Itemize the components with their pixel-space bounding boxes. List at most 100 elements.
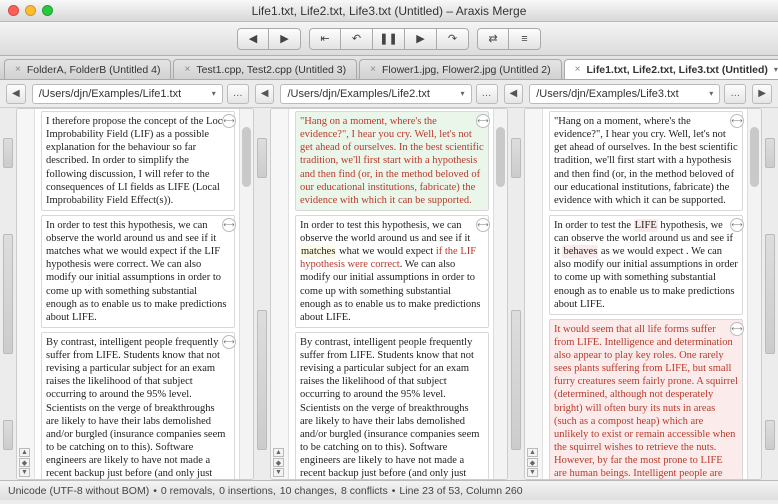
path-more-button-2[interactable]: …	[476, 84, 498, 104]
merge-link-icon[interactable]: ⟷	[730, 218, 744, 232]
status-encoding: Unicode (UTF-8 without BOM)	[8, 485, 149, 497]
file-path-2[interactable]: /Users/djn/Examples/Life2.txt▾	[280, 84, 471, 104]
prev-diff-button[interactable]: ↶	[341, 28, 373, 50]
tab-label: Life1.txt, Life2.txt, Life3.txt (Untitle…	[586, 64, 767, 76]
path-dropdown-icon[interactable]: ▾	[461, 89, 465, 98]
scroll-up-icon[interactable]: ▲	[527, 448, 538, 457]
scroll-seg-icon[interactable]: ◆	[19, 458, 30, 467]
scroll-thumb[interactable]	[750, 127, 759, 187]
status-bar: Unicode (UTF-8 without BOM) • 0 removals…	[0, 480, 778, 500]
text-content-2[interactable]: "Hang on a moment, where's the evidence?…	[289, 109, 493, 479]
tab-flower-jpg[interactable]: × Flower1.jpg, Flower2.jpg (Untitled 2)	[359, 59, 562, 79]
tab-folder-compare[interactable]: × FolderA, FolderB (Untitled 4)	[4, 59, 171, 79]
history-back-button[interactable]: ◀	[6, 84, 26, 104]
merge-link-icon[interactable]: ⟷	[730, 114, 744, 128]
status-insertions: 0 insertions,	[219, 485, 276, 497]
diff-changed: It would seem that all life forms suffer…	[554, 324, 738, 479]
merge-link-icon[interactable]: ⟷	[476, 114, 490, 128]
path-more-button-1[interactable]: …	[227, 84, 249, 104]
next-diff-button[interactable]: ↷	[437, 28, 469, 50]
status-changes: 10 changes,	[280, 485, 337, 497]
paragraph: By contrast, intelligent people frequent…	[46, 337, 225, 479]
status-conflicts: 8 conflicts	[341, 485, 388, 497]
scroll-down-icon[interactable]: ▼	[527, 468, 538, 477]
pane-2: "Hang on a moment, where's the evidence?…	[270, 108, 508, 480]
vertical-scrollbar[interactable]	[747, 109, 761, 479]
tab-test-cpp[interactable]: × Test1.cpp, Test2.cpp (Untitled 3)	[173, 59, 357, 79]
paragraph: "Hang on a moment, where's the evidence?…	[554, 116, 738, 206]
tab-label: FolderA, FolderB (Untitled 4)	[27, 64, 161, 76]
path-more-button-3[interactable]: …	[724, 84, 746, 104]
tab-bar: × FolderA, FolderB (Untitled 4) × Test1.…	[0, 56, 778, 80]
line-numbers	[271, 109, 289, 479]
status-removals: 0 removals,	[161, 485, 215, 497]
paragraph: In order to test this hypothesis, we can…	[46, 220, 227, 323]
file-path-3[interactable]: /Users/djn/Examples/Life3.txt▾	[529, 84, 720, 104]
line-numbers	[17, 109, 35, 479]
scroll-buttons: ▲ ◆ ▼	[527, 448, 538, 477]
titlebar: Life1.txt, Life2.txt, Life3.txt (Untitle…	[0, 0, 778, 22]
history-forward-button[interactable]: ▶	[752, 84, 772, 104]
scroll-thumb[interactable]	[496, 127, 505, 187]
history-back-button-2[interactable]: ◀	[255, 84, 275, 104]
first-diff-button[interactable]: ⇤	[309, 28, 341, 50]
path-row: ◀ /Users/djn/Examples/Life1.txt▾ … ◀ /Us…	[0, 80, 778, 108]
history-back-button-3[interactable]: ◀	[504, 84, 524, 104]
diff-word: behaves	[562, 245, 598, 258]
list-button[interactable]: ≡	[509, 28, 541, 50]
merge-link-icon[interactable]: ⟷	[222, 218, 236, 232]
scroll-thumb[interactable]	[242, 127, 251, 187]
text-content-1[interactable]: I therefore propose the concept of the L…	[35, 109, 239, 479]
file-path-1[interactable]: /Users/djn/Examples/Life1.txt▾	[32, 84, 223, 104]
link-gutter-2[interactable]	[508, 108, 524, 480]
link-gutter-1[interactable]	[254, 108, 270, 480]
tab-dropdown-icon[interactable]: ▾	[774, 65, 778, 74]
scroll-down-icon[interactable]: ▼	[19, 468, 30, 477]
scroll-buttons: ▲ ◆ ▼	[273, 448, 284, 477]
close-tab-icon[interactable]: ×	[575, 64, 581, 75]
scroll-up-icon[interactable]: ▲	[19, 448, 30, 457]
overview-gutter-left[interactable]	[0, 108, 16, 480]
pane-3: "Hang on a moment, where's the evidence?…	[524, 108, 762, 480]
scroll-up-icon[interactable]: ▲	[273, 448, 284, 457]
nav-forward-button[interactable]: ▶	[269, 28, 301, 50]
close-tab-icon[interactable]: ×	[370, 64, 376, 75]
close-window-button[interactable]	[8, 5, 19, 16]
pane-1: I therefore propose the concept of the L…	[16, 108, 254, 480]
status-position: Line 23 of 53, Column 260	[399, 485, 522, 497]
diff-word: LIFE	[634, 219, 658, 232]
window-controls	[0, 5, 53, 16]
path-dropdown-icon[interactable]: ▾	[709, 89, 713, 98]
tab-label: Flower1.jpg, Flower2.jpg (Untitled 2)	[382, 64, 551, 76]
minimize-window-button[interactable]	[25, 5, 36, 16]
close-tab-icon[interactable]: ×	[184, 64, 190, 75]
text-content-3[interactable]: "Hang on a moment, where's the evidence?…	[543, 109, 747, 479]
play-button[interactable]: ▶	[405, 28, 437, 50]
paragraph: By contrast, intelligent people frequent…	[300, 337, 484, 479]
line-numbers	[525, 109, 543, 479]
scroll-seg-icon[interactable]: ◆	[527, 458, 538, 467]
scroll-buttons: ▲ ◆ ▼	[19, 448, 30, 477]
diff-word: matches	[300, 245, 336, 258]
pause-button[interactable]: ❚❚	[373, 28, 405, 50]
paragraph: I therefore propose the concept of the L…	[46, 116, 230, 206]
tab-label: Test1.cpp, Test2.cpp (Untitled 3)	[196, 64, 346, 76]
merge-link-icon[interactable]: ⟷	[476, 218, 490, 232]
compare-panes: I therefore propose the concept of the L…	[0, 108, 778, 480]
merge-link-icon[interactable]: ⟷	[222, 335, 236, 349]
tab-life-txt[interactable]: × Life1.txt, Life2.txt, Life3.txt (Untit…	[564, 59, 778, 79]
overview-gutter-right[interactable]	[762, 108, 778, 480]
toolbar: ◀ ▶ ⇤ ↶ ❚❚ ▶ ↷ ⇄ ≡	[0, 22, 778, 56]
scroll-down-icon[interactable]: ▼	[273, 468, 284, 477]
zoom-window-button[interactable]	[42, 5, 53, 16]
scroll-seg-icon[interactable]: ◆	[273, 458, 284, 467]
path-dropdown-icon[interactable]: ▾	[212, 89, 216, 98]
swap-button[interactable]: ⇄	[477, 28, 509, 50]
merge-link-icon[interactable]: ⟷	[730, 322, 744, 336]
close-tab-icon[interactable]: ×	[15, 64, 21, 75]
merge-link-icon[interactable]: ⟷	[222, 114, 236, 128]
window-title: Life1.txt, Life2.txt, Life3.txt (Untitle…	[0, 4, 778, 18]
vertical-scrollbar[interactable]	[493, 109, 507, 479]
nav-back-button[interactable]: ◀	[237, 28, 269, 50]
vertical-scrollbar[interactable]	[239, 109, 253, 479]
